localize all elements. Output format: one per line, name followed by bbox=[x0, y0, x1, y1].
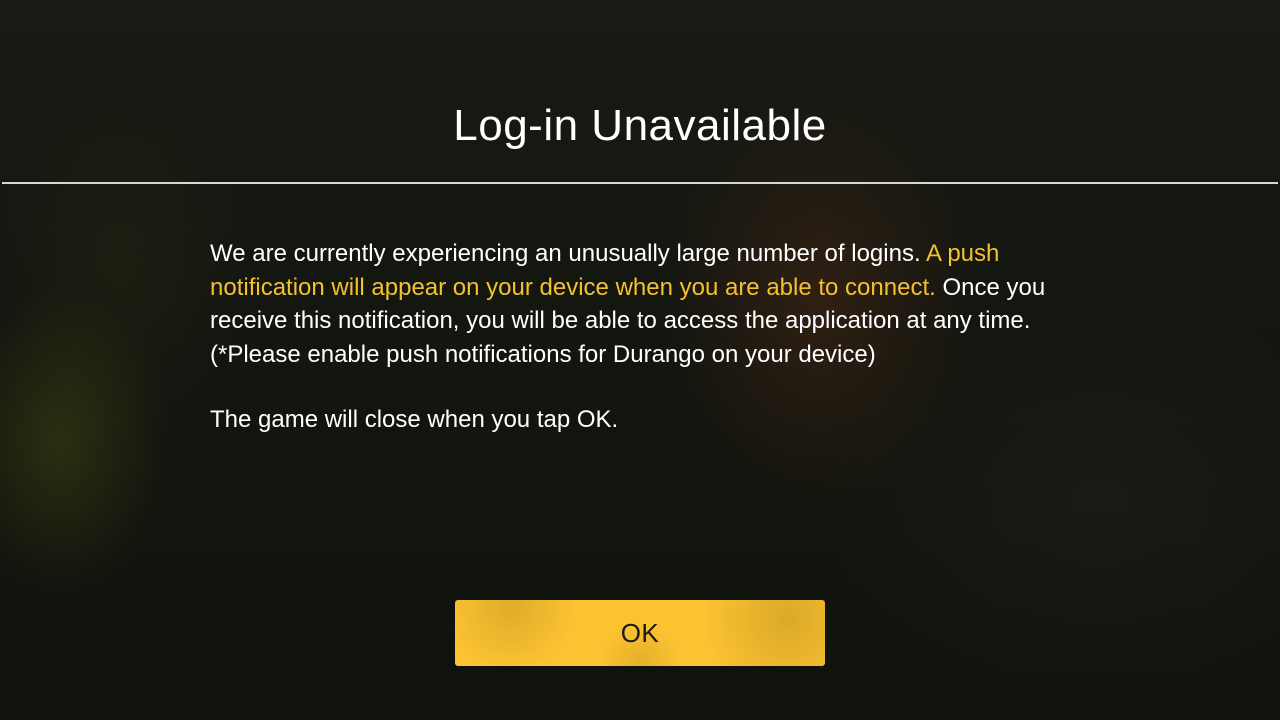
title-divider bbox=[2, 182, 1278, 184]
ok-button[interactable]: OK bbox=[455, 600, 825, 666]
message-text: We are currently experiencing an unusual… bbox=[210, 240, 926, 267]
dialog-message: We are currently experiencing an unusual… bbox=[210, 237, 1090, 371]
close-note: The game will close when you tap OK. bbox=[210, 406, 619, 433]
ok-button-label: OK bbox=[620, 617, 660, 648]
dialog-title: Log-in Unavailable bbox=[453, 101, 827, 150]
